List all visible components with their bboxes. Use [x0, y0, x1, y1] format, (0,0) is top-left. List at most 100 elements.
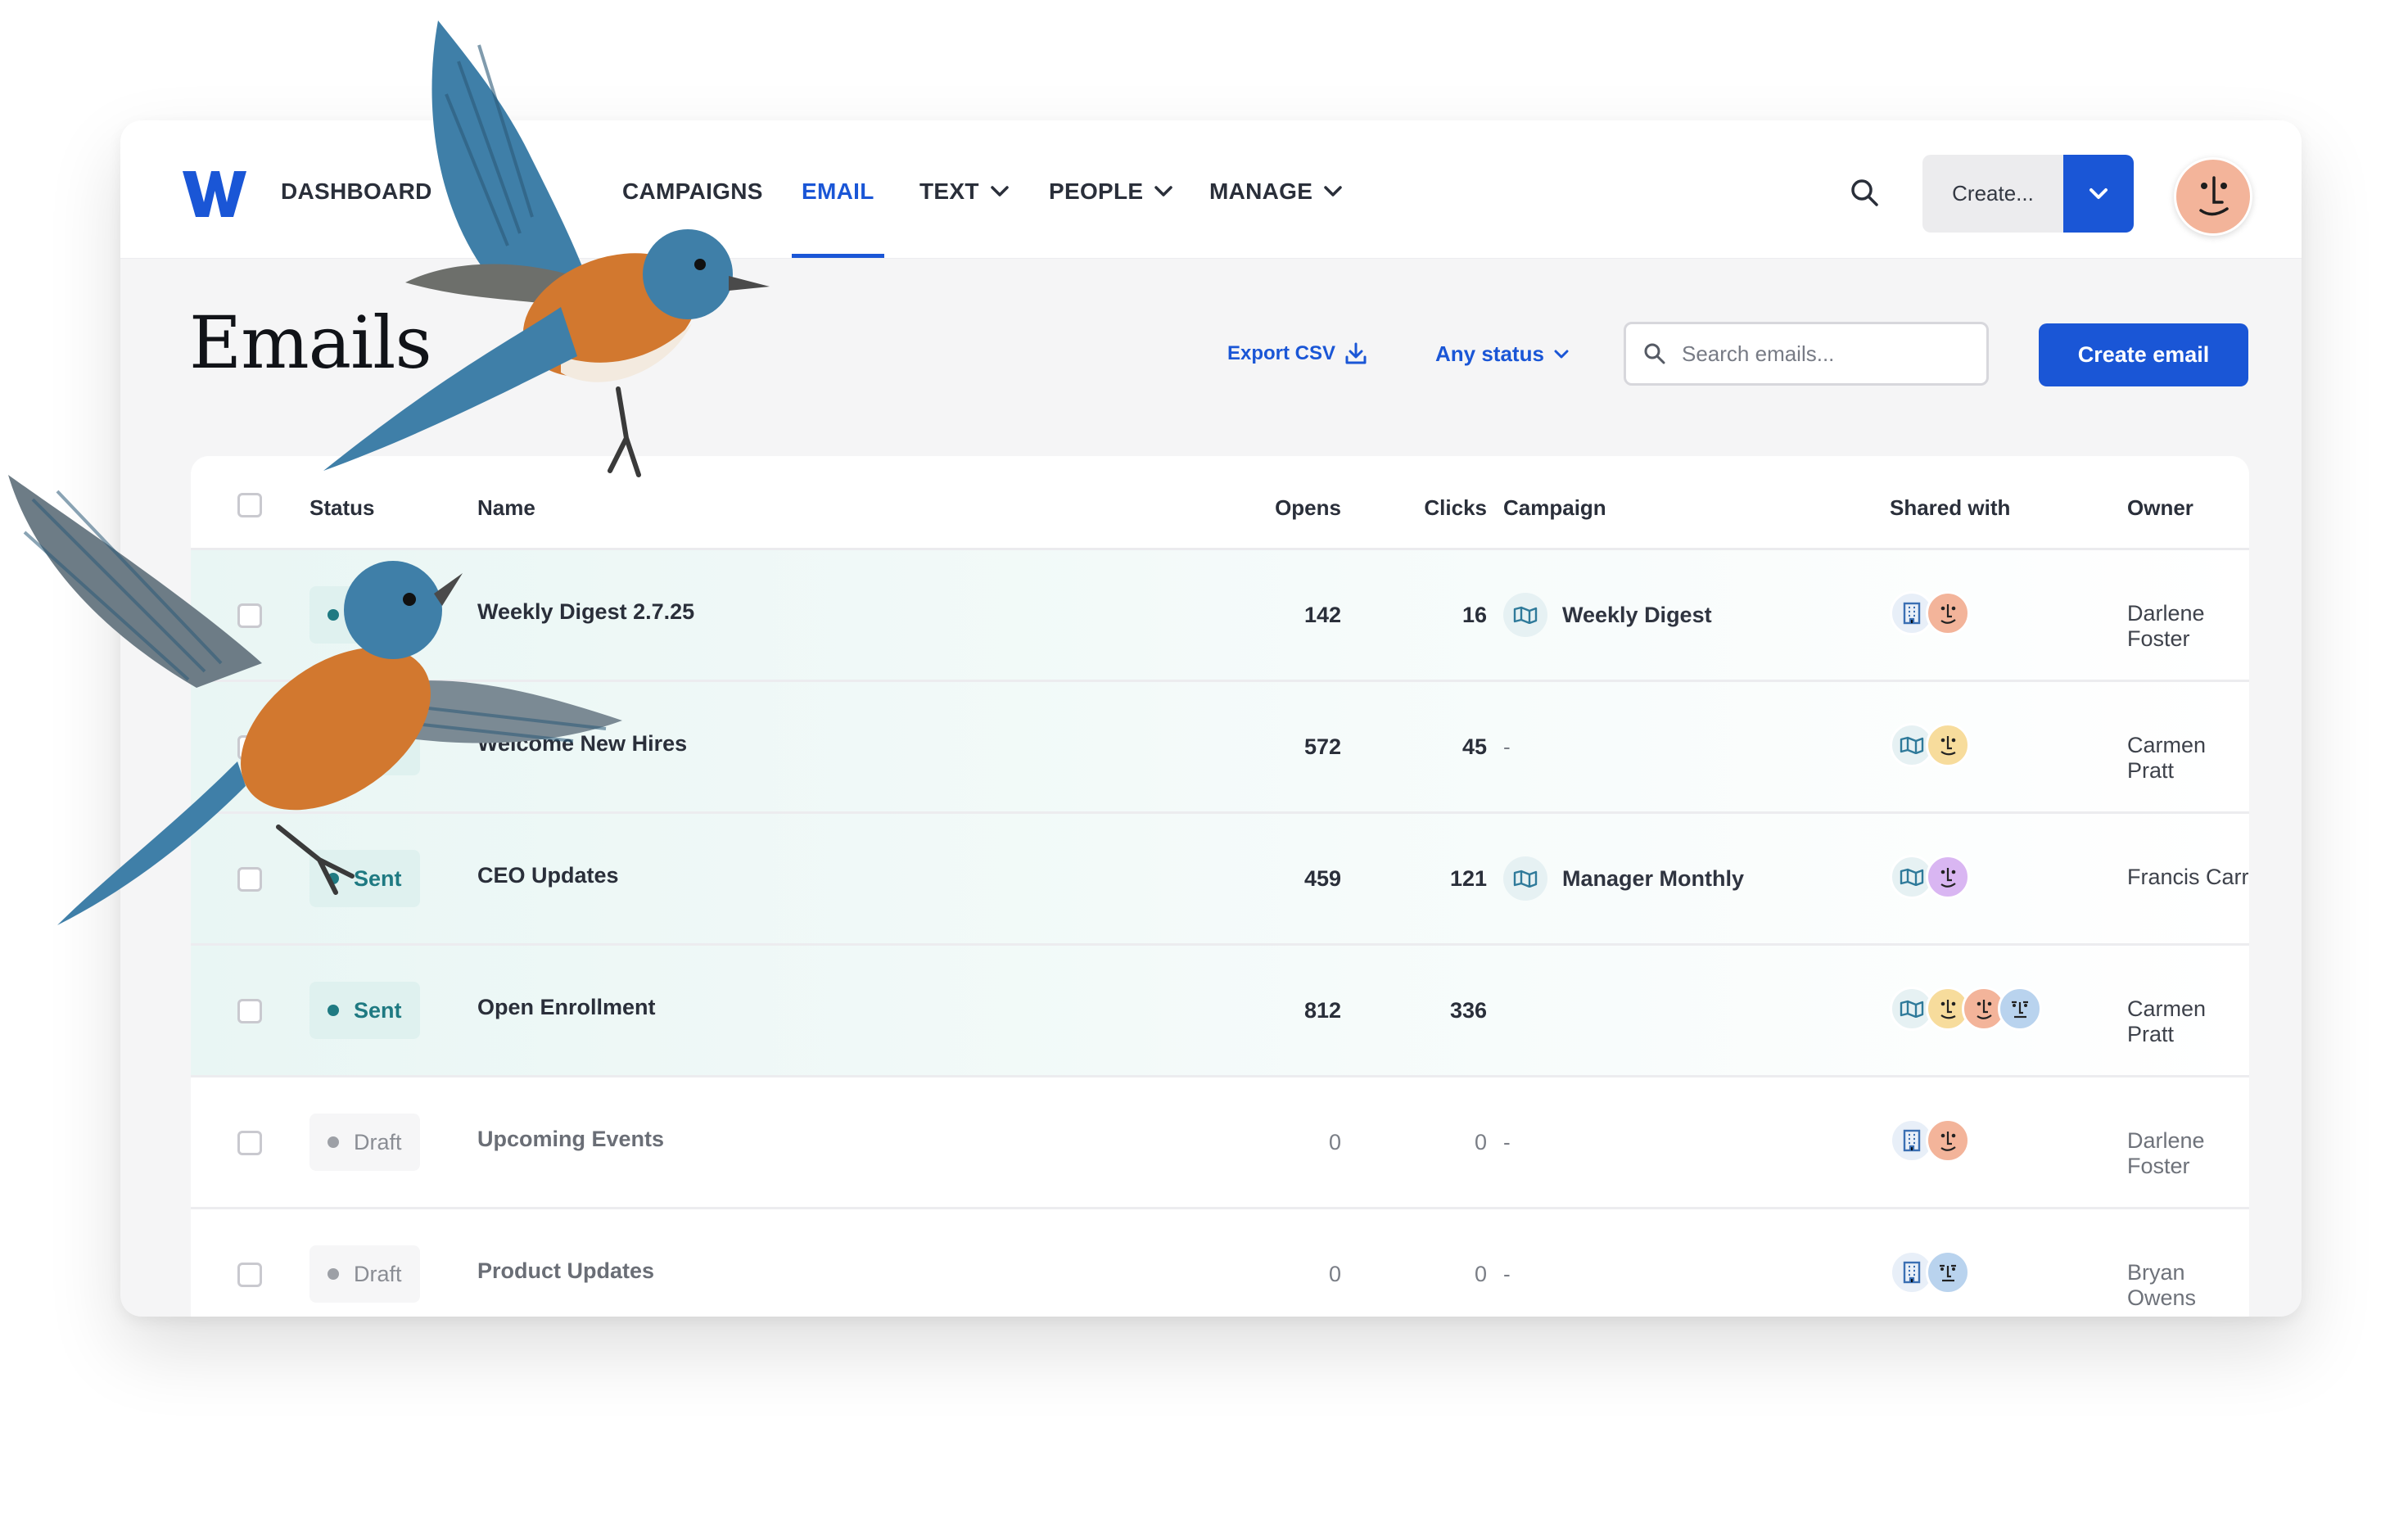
- email-name[interactable]: CEO Updates: [477, 863, 619, 888]
- column-header-campaign[interactable]: Campaign: [1503, 495, 1606, 521]
- create-split-button: Create...: [1922, 155, 2134, 233]
- nav-manage-label: MANAGE: [1209, 178, 1313, 204]
- table-row[interactable]: Sent Weekly Digest 2.7.25 142 16 Weekly …: [191, 550, 2249, 682]
- top-nav: DASHBOARD CAMPAIGNS EMAIL TEXT PEOPLE MA…: [120, 120, 2302, 259]
- export-csv-label: Export CSV: [1227, 342, 1336, 364]
- status-filter-label: Any status: [1435, 341, 1544, 366]
- shared-with: [1890, 723, 1970, 767]
- create-button[interactable]: Create...: [1922, 155, 2063, 233]
- campaign-name: Weekly Digest: [1562, 602, 1712, 627]
- face-avatar-icon: [1926, 723, 1970, 767]
- status-dot: [328, 1005, 339, 1016]
- opens-count: 0: [1328, 1262, 1341, 1286]
- chevron-down-icon: [2089, 187, 2108, 199]
- face-avatar-icon: [1926, 855, 1970, 899]
- search-icon[interactable]: [1848, 176, 1882, 210]
- row-checkbox[interactable]: [237, 603, 262, 628]
- logo[interactable]: [183, 171, 246, 221]
- user-avatar[interactable]: [2174, 157, 2252, 236]
- status-label: Draft: [354, 1261, 402, 1286]
- app-window: DASHBOARD CAMPAIGNS EMAIL TEXT PEOPLE MA…: [120, 120, 2302, 1317]
- row-checkbox[interactable]: [237, 1263, 262, 1287]
- owner-name: Bryan Owens: [2127, 1260, 2197, 1310]
- campaign-cell[interactable]: Manager Monthly: [1503, 856, 1744, 901]
- face-avatar-icon: [1926, 1250, 1970, 1294]
- nav-text[interactable]: TEXT: [919, 176, 1009, 207]
- nav-text-label: TEXT: [919, 178, 979, 204]
- face-avatar-icon: [1998, 987, 2042, 1031]
- face-avatar-icon: [2199, 176, 2229, 216]
- status-dot: [328, 873, 339, 884]
- column-header-opens[interactable]: Opens: [1177, 495, 1341, 521]
- row-checkbox[interactable]: [237, 999, 262, 1023]
- nav-people-label: PEOPLE: [1049, 178, 1144, 204]
- owner-name: Carmen Pratt: [2127, 996, 2207, 1046]
- opens-count: 459: [1303, 866, 1341, 891]
- nav-people[interactable]: PEOPLE: [1049, 176, 1173, 207]
- nav-email-label: EMAIL: [802, 178, 874, 204]
- status-badge: Sent: [309, 982, 420, 1039]
- map-icon: [1503, 856, 1547, 901]
- active-tab-indicator: [792, 254, 884, 258]
- select-all-checkbox[interactable]: [237, 493, 262, 517]
- opens-count: 812: [1303, 998, 1341, 1023]
- email-name[interactable]: Welcome New Hires: [477, 731, 687, 757]
- column-header-name[interactable]: Name: [477, 495, 535, 521]
- nav-dashboard[interactable]: DASHBOARD: [281, 176, 432, 207]
- owner-name: Francis Carr: [2127, 865, 2249, 889]
- email-name[interactable]: Open Enrollment: [477, 995, 656, 1020]
- email-name[interactable]: Weekly Digest 2.7.25: [477, 599, 694, 625]
- table-row[interactable]: Draft Upcoming Events 0 0 - Darlene Fost…: [191, 1077, 2249, 1209]
- email-name[interactable]: Upcoming Events: [477, 1127, 664, 1152]
- opens-count: 142: [1303, 603, 1341, 627]
- shared-with: [1890, 855, 1970, 899]
- campaign-cell[interactable]: Weekly Digest: [1503, 593, 1712, 637]
- table-row[interactable]: Draft Product Updates 0 0 - Bryan Owens: [191, 1209, 2249, 1317]
- search-icon: [1642, 341, 1667, 366]
- row-checkbox[interactable]: [237, 867, 262, 892]
- nav-campaigns[interactable]: CAMPAIGNS: [622, 176, 763, 207]
- chevron-down-icon: [1324, 186, 1342, 197]
- table-header: Status Name Opens Clicks Campaign Shared…: [191, 456, 2249, 550]
- owner-name: Darlene Foster: [2127, 1128, 2205, 1178]
- table-row[interactable]: Sent Welcome New Hires 572 45 - Carmen P…: [191, 682, 2249, 814]
- status-label: Sent: [354, 602, 402, 627]
- campaign-empty: -: [1503, 1130, 1511, 1154]
- create-email-button[interactable]: Create email: [2039, 323, 2248, 386]
- emails-table: Status Name Opens Clicks Campaign Shared…: [191, 456, 2249, 1317]
- status-filter-dropdown[interactable]: Any status: [1435, 341, 1569, 367]
- create-dropdown-button[interactable]: [2063, 155, 2134, 233]
- clicks-count: 45: [1462, 734, 1487, 759]
- table-row[interactable]: Sent Open Enrollment 812 336 Carmen Prat…: [191, 946, 2249, 1077]
- status-badge: Sent: [309, 586, 420, 644]
- nav-dashboard-label: DASHBOARD: [281, 178, 432, 204]
- status-dot: [328, 1136, 339, 1148]
- status-badge: Draft: [309, 1114, 420, 1171]
- opens-count: 0: [1328, 1130, 1341, 1154]
- download-icon: [1345, 342, 1367, 364]
- campaign-name: Manager Monthly: [1562, 865, 1745, 891]
- nav-email[interactable]: EMAIL: [802, 176, 874, 207]
- export-csv-link[interactable]: Export CSV: [1227, 341, 1368, 366]
- shared-with: [1890, 987, 2042, 1031]
- email-name[interactable]: Product Updates: [477, 1258, 654, 1284]
- shared-with: [1890, 1250, 1970, 1294]
- opens-count: 572: [1303, 734, 1341, 759]
- chevron-down-icon: [991, 186, 1009, 197]
- row-checkbox[interactable]: [237, 1131, 262, 1155]
- status-dot: [328, 1268, 339, 1280]
- status-badge: Sent: [309, 850, 420, 907]
- face-avatar-icon: [1926, 591, 1970, 635]
- row-checkbox[interactable]: [237, 735, 262, 760]
- clicks-count: 16: [1462, 603, 1487, 627]
- column-header-status[interactable]: Status: [309, 495, 374, 521]
- column-header-shared-with[interactable]: Shared with: [1890, 495, 2010, 521]
- table-row[interactable]: Sent CEO Updates 459 121 Manager Monthly…: [191, 814, 2249, 946]
- status-label: Sent: [354, 734, 402, 759]
- column-header-owner[interactable]: Owner: [2127, 495, 2193, 521]
- face-avatar-icon: [1926, 1118, 1970, 1163]
- column-header-clicks[interactable]: Clicks: [1323, 495, 1487, 521]
- nav-manage[interactable]: MANAGE: [1209, 176, 1342, 207]
- map-icon: [1503, 593, 1547, 637]
- search-emails-input[interactable]: [1680, 340, 1962, 368]
